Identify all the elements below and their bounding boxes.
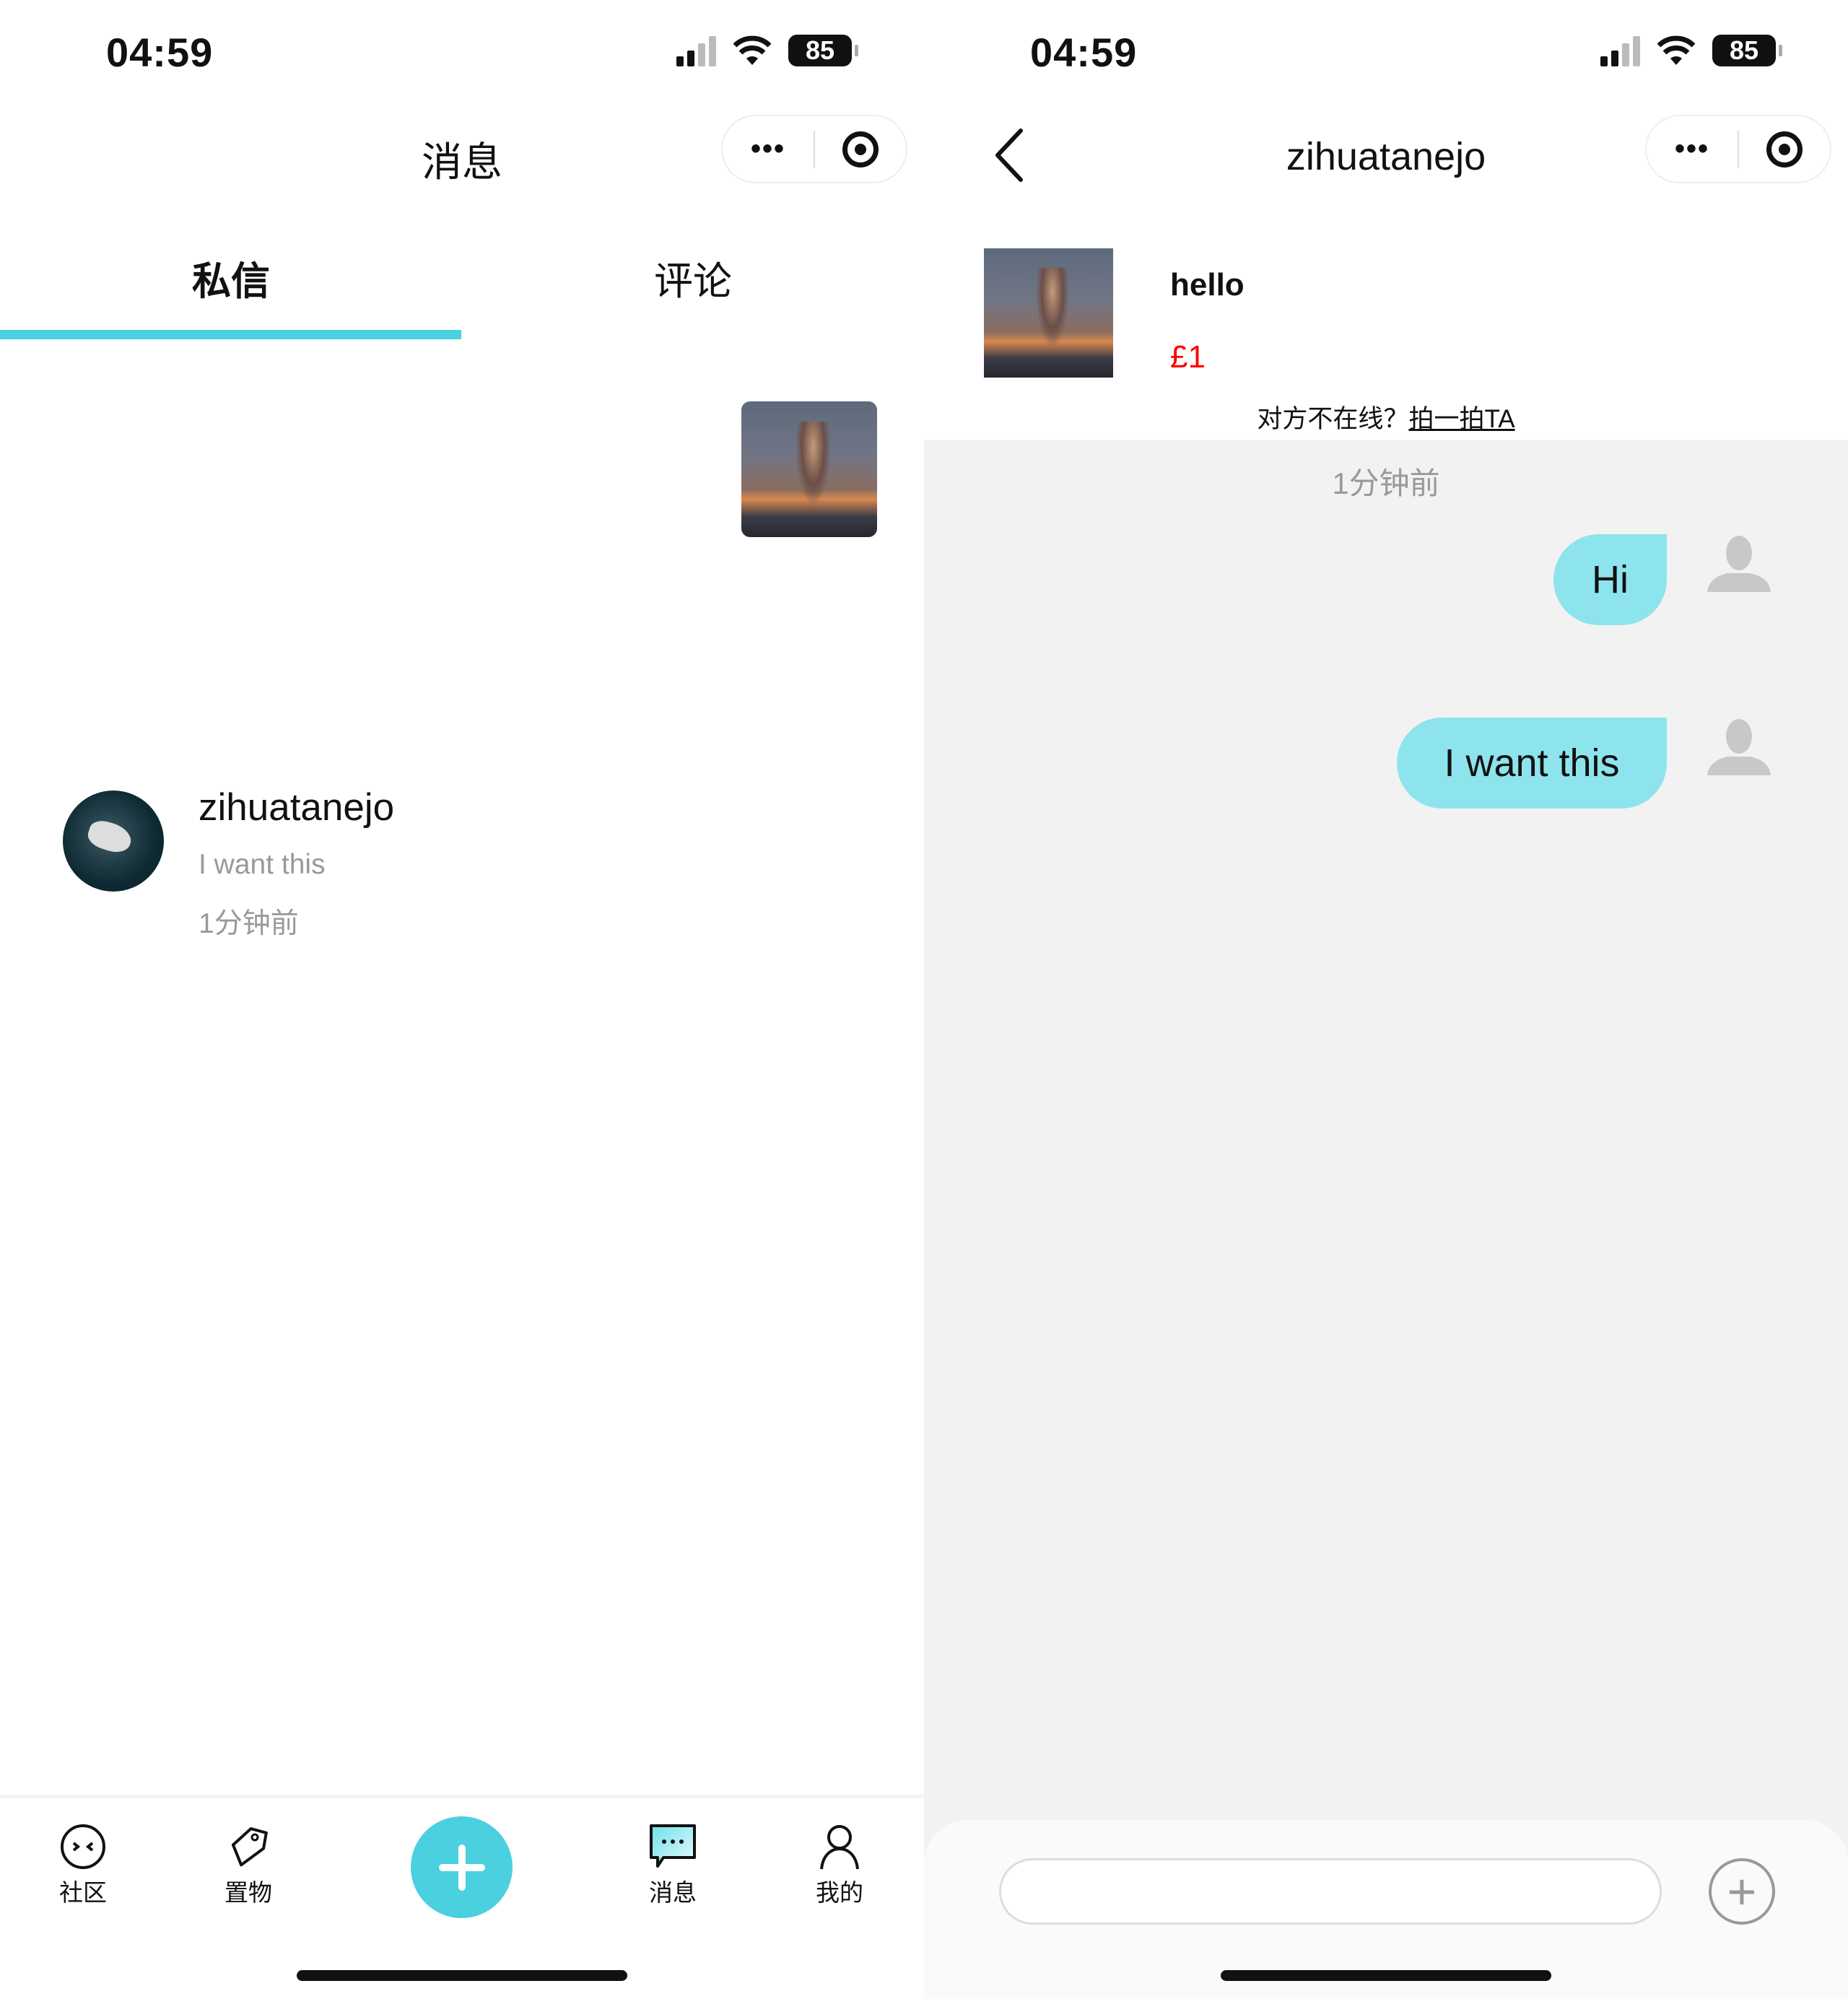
chat-timestamp: 1分钟前 — [1332, 466, 1440, 500]
wifi-icon — [1657, 35, 1696, 65]
plus-icon — [438, 1844, 485, 1891]
product-thumbnail — [741, 401, 877, 537]
status-icons: 85 — [1600, 35, 1782, 66]
conversation-preview: I want this — [199, 849, 326, 880]
add-post-button[interactable] — [411, 1816, 513, 1918]
product-price: £1 — [1170, 339, 1206, 375]
home-indicator[interactable] — [1221, 1970, 1551, 1981]
battery-icon: 85 — [1712, 35, 1782, 66]
nav-messages[interactable]: 消息 — [629, 1823, 716, 1908]
conversation-name: zihuatanejo — [199, 786, 395, 829]
avatar — [63, 791, 164, 892]
wifi-icon — [733, 35, 772, 65]
community-face-icon — [61, 1824, 105, 1869]
target-icon — [842, 131, 879, 167]
tab-private-messages[interactable]: 私信 — [0, 249, 462, 306]
home-indicator[interactable] — [297, 1970, 627, 1981]
offline-prompt: 对方不在线？拍一拍TA — [924, 399, 1848, 435]
miniprogram-capsule: ••• — [721, 115, 907, 183]
nav-label: 消息 — [649, 1879, 697, 1906]
product-title: hello — [1170, 267, 1245, 302]
close-miniprogram-button[interactable] — [815, 131, 906, 167]
tab-comments[interactable]: 评论 — [462, 249, 924, 306]
conversation-time: 1分钟前 — [199, 908, 299, 939]
product-image[interactable] — [984, 248, 1113, 378]
nav-label: 置物 — [225, 1879, 272, 1906]
conversation-item[interactable]: zihuatanejo I want this 1分钟前 — [0, 390, 924, 939]
signal-icon — [1600, 35, 1640, 66]
message-bubble: Hi — [1553, 534, 1667, 625]
status-icons: 85 — [676, 35, 858, 66]
user-avatar-icon — [1707, 719, 1771, 775]
nav-items[interactable]: 置物 — [205, 1823, 292, 1908]
user-avatar-icon — [1707, 536, 1771, 592]
tag-icon — [231, 1827, 268, 1867]
message-bubble: I want this — [1397, 718, 1667, 809]
miniprogram-capsule: ••• — [1645, 115, 1831, 183]
add-attachment-button[interactable]: + — [1709, 1858, 1775, 1925]
battery-icon: 85 — [788, 35, 858, 66]
close-miniprogram-button[interactable] — [1739, 131, 1830, 167]
more-button[interactable]: ••• — [1647, 133, 1738, 165]
status-time: 04:59 — [106, 30, 214, 75]
more-button[interactable]: ••• — [723, 133, 814, 165]
nudge-link[interactable]: 拍一拍TA — [1408, 405, 1514, 433]
target-icon — [1766, 131, 1803, 167]
message-input[interactable] — [999, 1858, 1662, 1925]
signal-icon — [676, 35, 716, 66]
nav-label: 我的 — [816, 1879, 863, 1906]
plus-icon: + — [1727, 1863, 1757, 1920]
status-time: 04:59 — [1030, 30, 1138, 75]
offline-text: 对方不在线？ — [1257, 405, 1409, 433]
person-icon — [820, 1825, 859, 1870]
nav-community[interactable]: 社区 — [40, 1823, 126, 1908]
chat-bubble-icon — [650, 1824, 696, 1868]
nav-profile[interactable]: 我的 — [796, 1823, 883, 1908]
nav-label: 社区 — [59, 1879, 107, 1906]
messages-list-screen: 04:59 85 消息 ••• 私信 评论 zihuatanejo I want… — [0, 0, 924, 1999]
active-tab-indicator — [0, 330, 461, 339]
